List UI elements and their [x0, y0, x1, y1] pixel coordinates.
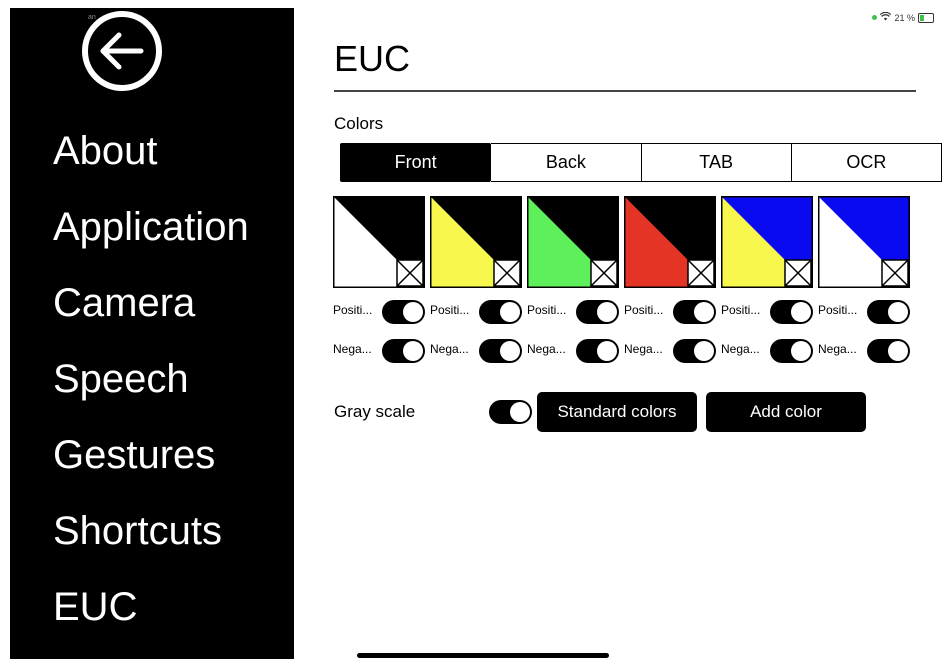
toggle-knob — [597, 302, 617, 322]
home-indicator — [357, 653, 609, 658]
positive-label: Positi... — [527, 303, 567, 317]
negative-label: Nega... — [430, 342, 469, 356]
positive-label: Positi... — [333, 303, 373, 317]
back-arrow-icon — [82, 11, 162, 91]
tab-back[interactable]: Back — [491, 143, 642, 182]
negative-label: Nega... — [333, 342, 372, 356]
sidebar-item-shortcuts[interactable]: Shortcuts — [53, 508, 222, 554]
toggle-knob — [791, 341, 811, 361]
negative-toggle[interactable] — [576, 339, 619, 363]
sidebar-item-camera[interactable]: Camera — [53, 280, 195, 326]
color-swatch[interactable] — [430, 196, 522, 288]
positive-label: Positi... — [721, 303, 761, 317]
positive-toggle[interactable] — [479, 300, 522, 324]
toggle-knob — [403, 341, 423, 361]
toggle-knob — [888, 341, 908, 361]
status-bar: 21 % — [872, 11, 934, 23]
positive-toggle[interactable] — [867, 300, 910, 324]
color-swatch[interactable] — [624, 196, 716, 288]
battery-icon — [918, 12, 934, 23]
toggle-knob — [403, 302, 423, 322]
tab-tab[interactable]: TAB — [641, 143, 792, 182]
positive-label: Positi... — [818, 303, 858, 317]
delete-swatch-icon — [590, 259, 618, 287]
color-swatch[interactable] — [333, 196, 425, 288]
delete-swatch-icon — [396, 259, 424, 287]
negative-toggle[interactable] — [479, 339, 522, 363]
sidebar-item-gestures[interactable]: Gestures — [53, 432, 215, 478]
tab-ocr[interactable]: OCR — [791, 143, 942, 182]
tab-front[interactable]: Front — [340, 143, 492, 182]
positive-label: Positi... — [624, 303, 664, 317]
colors-label: Colors — [334, 114, 384, 133]
positive-toggle[interactable] — [382, 300, 425, 324]
toggle-knob — [694, 302, 714, 322]
sidebar: an About Application Camera Speech Gestu… — [10, 8, 294, 659]
positive-toggle[interactable] — [770, 300, 813, 324]
wifi-icon — [880, 11, 892, 23]
page-title: EUC — [334, 38, 411, 79]
gray-scale-label: Gray scale — [334, 402, 416, 421]
negative-label: Nega... — [818, 342, 857, 356]
positive-label: Positi... — [430, 303, 470, 317]
negative-toggle[interactable] — [382, 339, 425, 363]
delete-swatch-icon — [687, 259, 715, 287]
sidebar-item-application[interactable]: Application — [53, 204, 249, 250]
color-tabs: Front Back TAB OCR — [340, 143, 942, 182]
color-swatch[interactable] — [527, 196, 619, 288]
toggle-knob — [694, 341, 714, 361]
negative-toggle[interactable] — [867, 339, 910, 363]
toggle-knob — [888, 302, 908, 322]
negative-label: Nega... — [527, 342, 566, 356]
negative-toggle[interactable] — [770, 339, 813, 363]
delete-swatch-icon — [881, 259, 909, 287]
battery-percent: 21 % — [894, 12, 915, 23]
negative-label: Nega... — [721, 342, 760, 356]
sidebar-item-euc[interactable]: EUC — [53, 584, 137, 630]
sidebar-item-speech[interactable]: Speech — [53, 356, 189, 402]
toggle-knob — [791, 302, 811, 322]
negative-label: Nega... — [624, 342, 663, 356]
add-color-button[interactable]: Add color — [706, 392, 866, 432]
negative-toggle[interactable] — [673, 339, 716, 363]
sidebar-item-about[interactable]: About — [53, 128, 158, 174]
privacy-dot-icon — [872, 15, 878, 20]
color-swatch[interactable] — [818, 196, 910, 288]
delete-swatch-icon — [784, 259, 812, 287]
toggle-knob — [510, 402, 530, 422]
gray-scale-toggle[interactable] — [489, 400, 532, 424]
toggle-knob — [500, 302, 520, 322]
toggle-knob — [597, 341, 617, 361]
color-swatch[interactable] — [721, 196, 813, 288]
toggle-knob — [500, 341, 520, 361]
delete-swatch-icon — [493, 259, 521, 287]
positive-toggle[interactable] — [576, 300, 619, 324]
back-button[interactable] — [81, 10, 163, 92]
standard-colors-button[interactable]: Standard colors — [537, 392, 697, 432]
positive-toggle[interactable] — [673, 300, 716, 324]
title-divider — [334, 90, 916, 92]
